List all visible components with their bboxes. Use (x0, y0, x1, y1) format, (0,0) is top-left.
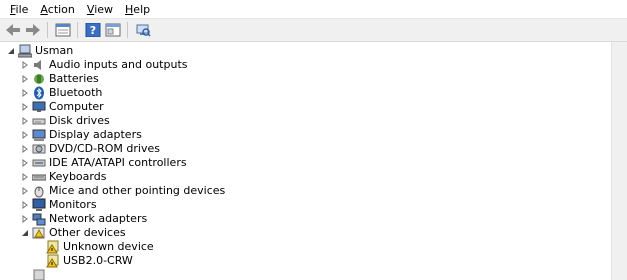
tree-item-label: Disk drives (49, 114, 110, 127)
scan-hardware-button[interactable] (134, 22, 151, 39)
expand-icon[interactable] (20, 142, 30, 156)
tree-item-unknown-device[interactable]: Unknown device (44, 240, 154, 254)
tree-item-other-devices[interactable]: Other devices (20, 226, 126, 240)
expand-icon[interactable] (20, 114, 30, 128)
warning-device-icon (46, 254, 60, 268)
other-devices-icon (32, 226, 46, 240)
expand-icon[interactable] (20, 100, 30, 114)
svg-text:?: ? (89, 24, 95, 37)
tree-item-label: Mice and other pointing devices (49, 184, 226, 197)
tree-item-label: Audio inputs and outputs (49, 58, 188, 71)
dvd-drive-icon (32, 142, 46, 156)
tree-item-label: Monitors (49, 198, 97, 211)
tree-item-ide-controllers[interactable]: IDE ATA/ATAPI controllers (20, 156, 187, 170)
tree-item-label: DVD/CD-ROM drives (49, 142, 160, 155)
expand-icon[interactable] (20, 72, 30, 86)
tree-item-label: Unknown device (63, 240, 154, 253)
toolbar-separator (127, 22, 128, 38)
tree-item-label: Computer (49, 100, 104, 113)
help-icon: ? (85, 23, 100, 37)
expand-icon[interactable] (20, 156, 30, 170)
forward-icon (25, 24, 40, 36)
back-button[interactable] (4, 22, 21, 39)
forward-button[interactable] (24, 22, 41, 39)
tree-item-keyboards[interactable]: Keyboards (20, 170, 106, 184)
toolbar: ? (0, 19, 627, 42)
menu-view[interactable]: View (81, 0, 119, 19)
mouse-icon (32, 184, 46, 198)
tree-root-label: Usman (35, 44, 74, 57)
tree-item-usb-crw[interactable]: USB2.0-CRW (44, 254, 133, 268)
toolbar-separator (47, 22, 48, 38)
collapse-icon[interactable] (6, 44, 16, 58)
device-tree: Usman Audio inputs and outputs Batteries… (0, 42, 611, 280)
menu-bar: File Action View Help (0, 0, 627, 19)
network-adapter-icon (32, 212, 46, 226)
bluetooth-icon (32, 86, 46, 100)
tree-item-network-adapters[interactable]: Network adapters (20, 212, 147, 226)
expand-icon[interactable] (20, 128, 30, 142)
tree-item-disk-drives[interactable]: Disk drives (20, 114, 110, 128)
disk-drive-icon (32, 114, 46, 128)
device-icon (32, 268, 46, 280)
tree-item-label: IDE ATA/ATAPI controllers (49, 156, 187, 169)
tree-item-batteries[interactable]: Batteries (20, 72, 99, 86)
display-adapter-icon (32, 128, 46, 142)
collapse-icon[interactable] (20, 226, 30, 240)
menu-help[interactable]: Help (119, 0, 156, 19)
tree-item-partial (20, 268, 49, 280)
keyboard-icon (32, 170, 46, 184)
expand-icon[interactable] (20, 198, 30, 212)
warning-device-icon (46, 240, 60, 254)
menu-file[interactable]: File (4, 0, 34, 19)
expand-icon[interactable] (20, 58, 30, 72)
tree-item-monitors[interactable]: Monitors (20, 198, 97, 212)
tree-item-display-adapters[interactable]: Display adapters (20, 128, 142, 142)
tree-item-label: Keyboards (49, 170, 107, 183)
tree-item-label: Network adapters (49, 212, 148, 225)
expand-icon[interactable] (20, 86, 30, 100)
speaker-icon (32, 58, 46, 72)
tree-item-dvd-drives[interactable]: DVD/CD-ROM drives (20, 142, 160, 156)
tree-item-bluetooth[interactable]: Bluetooth (20, 86, 102, 100)
tree-item-label: Display adapters (49, 128, 142, 141)
computer-icon (18, 44, 32, 58)
tree-root[interactable]: Usman (6, 44, 73, 58)
monitor-icon (32, 100, 46, 114)
tree-item-label: Bluetooth (49, 86, 103, 99)
expand-icon[interactable] (20, 170, 30, 184)
help-button[interactable]: ? (84, 22, 101, 39)
menu-action[interactable]: Action (34, 0, 80, 19)
properties-icon (55, 23, 70, 37)
tree-item-mice[interactable]: Mice and other pointing devices (20, 184, 225, 198)
tree-item-computer[interactable]: Computer (20, 100, 104, 114)
scan-hardware-icon (136, 24, 151, 37)
show-hide-button[interactable] (104, 22, 121, 39)
expand-icon[interactable] (20, 212, 30, 226)
tree-item-audio[interactable]: Audio inputs and outputs (20, 58, 188, 72)
properties-button[interactable] (54, 22, 71, 39)
expand-icon[interactable] (20, 184, 30, 198)
tree-item-label: Other devices (49, 226, 126, 239)
battery-icon (32, 72, 46, 86)
ide-controller-icon (32, 156, 46, 170)
tree-item-label: Batteries (49, 72, 99, 85)
show-hide-icon (105, 23, 120, 37)
monitor-icon (32, 198, 46, 212)
toolbar-separator (77, 22, 78, 38)
back-icon (5, 24, 20, 36)
tree-item-label: USB2.0-CRW (63, 254, 133, 267)
vertical-scrollbar[interactable] (611, 42, 627, 280)
